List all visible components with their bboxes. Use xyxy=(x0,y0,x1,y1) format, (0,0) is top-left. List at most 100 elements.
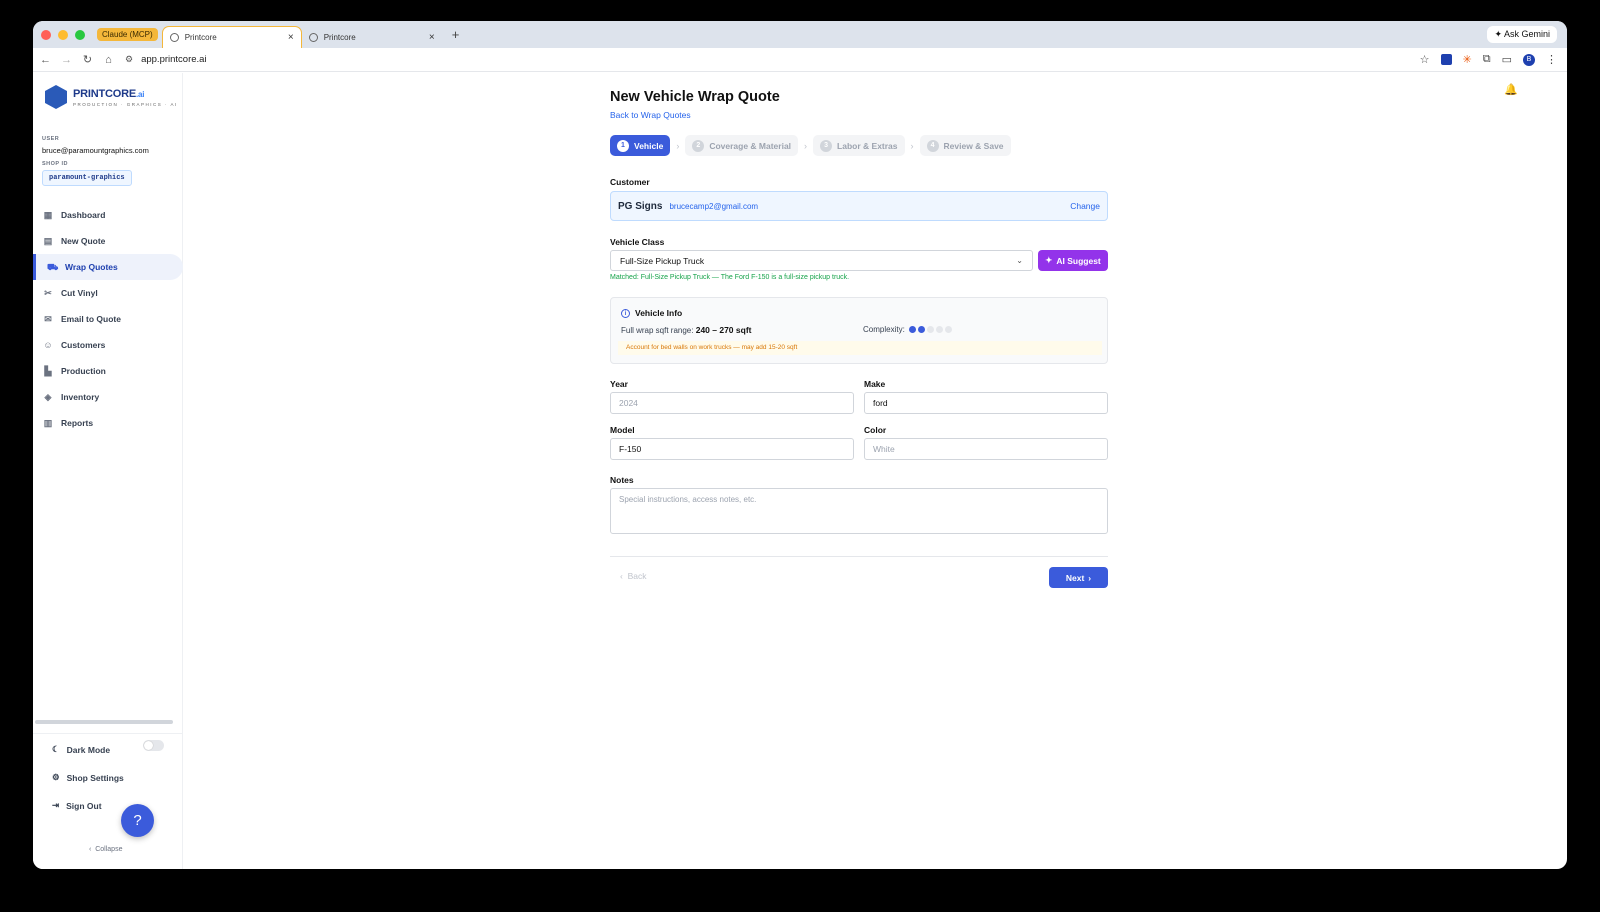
back-to-wrap-quotes-link[interactable]: Back to Wrap Quotes xyxy=(610,110,691,120)
sidebar-item-customers[interactable]: ☺ Customers xyxy=(33,332,183,358)
back-arrow-icon[interactable]: ← xyxy=(35,54,56,66)
match-message: Matched: Full-Size Pickup Truck — The Fo… xyxy=(610,274,850,281)
step-labor-extras[interactable]: 3 Labor & Extras xyxy=(813,135,905,156)
complexity-dot xyxy=(908,326,916,333)
browser-tab-active[interactable]: Printcore × xyxy=(161,26,302,48)
address-bar: ← → ↻ ⌂ ⚙ app.printcore.ai ☆ ✳ ⧉ ▭ B ⋮ xyxy=(33,48,1567,72)
close-window-button[interactable] xyxy=(41,29,51,40)
chevron-down-icon: ⌄ xyxy=(1016,256,1023,265)
site-info-icon[interactable]: ⚙ xyxy=(125,54,133,65)
next-button[interactable]: Next › xyxy=(1049,567,1108,588)
notes-label: Notes xyxy=(610,475,634,485)
step-label: Coverage & Material xyxy=(709,140,792,151)
next-button-label: Next xyxy=(1065,572,1085,583)
dark-mode-toggle[interactable] xyxy=(143,740,164,751)
page-title: New Vehicle Wrap Quote xyxy=(610,89,780,105)
new-tab-button[interactable]: + xyxy=(452,27,460,42)
shop-settings-button[interactable]: ⚙ Shop Settings xyxy=(52,772,124,783)
sidebar-scrollbar[interactable] xyxy=(35,720,173,724)
step-review-save[interactable]: 4 Review & Save xyxy=(919,135,1011,156)
collapse-button[interactable]: ‹ Collapse xyxy=(89,846,122,853)
vehicle-class-select[interactable]: Full-Size Pickup Truck ⌄ xyxy=(610,250,1033,271)
complexity-dot xyxy=(926,326,934,333)
tab-title: Printcore xyxy=(184,33,217,42)
cast-icon[interactable]: ▭ xyxy=(1502,53,1512,66)
sidebar-item-wrap-quotes[interactable]: ⛟ Wrap Quotes xyxy=(33,254,183,280)
user-email: bruce@paramountgraphics.com xyxy=(42,146,149,155)
chevron-right-icon: › xyxy=(676,140,680,151)
complexity-dot xyxy=(944,326,952,333)
make-label: Make xyxy=(864,379,886,389)
tab-group-label[interactable]: Claude (MCP) xyxy=(97,28,158,41)
sqft-range-label: Full wrap sqft range: xyxy=(621,326,694,335)
model-input[interactable]: F-150 xyxy=(610,438,854,460)
home-icon[interactable]: ⌂ xyxy=(98,54,119,66)
sidebar-item-reports[interactable]: ▥ Reports xyxy=(33,410,183,436)
ai-suggest-label: AI Suggest xyxy=(1056,255,1101,266)
make-input[interactable]: ford xyxy=(864,392,1108,414)
sidebar-footer: ☾ Dark Mode ⚙ Shop Settings ⇥ Sign Out ‹… xyxy=(33,733,183,869)
help-icon[interactable]: ? xyxy=(121,804,154,837)
sign-out-button[interactable]: ⇥ Sign Out xyxy=(52,800,102,811)
logo[interactable]: PRINTCORE.ai PRODUCTION · GRAPHICS · AI xyxy=(45,85,178,109)
minimize-window-button[interactable] xyxy=(58,29,68,40)
step-vehicle[interactable]: 1 Vehicle xyxy=(610,135,671,156)
close-tab-icon[interactable]: × xyxy=(288,32,294,43)
vehicle-info-title: i Vehicle Info xyxy=(621,308,682,318)
ask-gemini-button[interactable]: ✦ Ask Gemini xyxy=(1487,26,1557,43)
step-number: 4 xyxy=(926,139,939,152)
ai-suggest-button[interactable]: ✦ AI Suggest xyxy=(1038,250,1108,271)
back-button[interactable]: ‹ Back xyxy=(620,571,646,581)
puzzle-icon[interactable]: ⧉ xyxy=(1483,53,1491,66)
forward-arrow-icon[interactable]: → xyxy=(56,54,77,66)
globe-icon xyxy=(308,32,318,42)
sidebar-item-inventory[interactable]: ◈ Inventory xyxy=(33,384,183,410)
complexity-dot xyxy=(917,326,925,333)
sqft-range: Full wrap sqft range: 240 – 270 sqft xyxy=(621,325,751,335)
car-icon: ⛟ xyxy=(47,262,59,272)
change-customer-button[interactable]: Change xyxy=(1070,201,1100,211)
step-number: 2 xyxy=(692,139,705,152)
complexity-dots xyxy=(908,326,952,333)
extension-icon[interactable] xyxy=(1440,54,1452,65)
step-label: Review & Save xyxy=(943,140,1004,151)
sidebar-item-cut-vinyl[interactable]: ✂ Cut Vinyl xyxy=(33,280,183,306)
sidebar-item-label: Wrap Quotes xyxy=(65,262,118,272)
tab-strip: Claude (MCP) Printcore × Printcore × + ✦… xyxy=(33,21,1567,48)
document-icon: ▤ xyxy=(43,236,53,246)
scissors-icon: ✂ xyxy=(44,288,52,298)
step-coverage-material[interactable]: 2 Coverage & Material xyxy=(685,135,799,156)
close-tab-icon[interactable]: × xyxy=(429,32,435,43)
sidebar-item-label: Dashboard xyxy=(61,210,106,220)
back-button-label: Back xyxy=(627,571,647,581)
gear-icon: ⚙ xyxy=(52,772,60,782)
bell-icon[interactable]: 🔔 xyxy=(1504,83,1518,96)
url-text: app.printcore.ai xyxy=(141,54,207,65)
color-label: Color xyxy=(864,425,887,435)
maximize-window-button[interactable] xyxy=(75,29,85,40)
url-field[interactable]: ⚙ app.printcore.ai xyxy=(125,54,207,65)
reload-icon[interactable]: ↻ xyxy=(77,53,98,66)
window-controls xyxy=(41,29,85,40)
globe-icon xyxy=(169,33,179,42)
step-number: 1 xyxy=(617,139,629,152)
sidebar-item-production[interactable]: ▙ Production xyxy=(33,358,183,384)
menu-kebab-icon[interactable]: ⋮ xyxy=(1546,53,1557,66)
sqft-warning: Account for bed walls on work trucks — m… xyxy=(618,341,1102,355)
browser-tab[interactable]: Printcore × xyxy=(302,26,442,48)
sidebar-item-new-quote[interactable]: ▤ New Quote xyxy=(33,228,183,254)
sidebar-item-dashboard[interactable]: ▦ Dashboard xyxy=(33,202,183,228)
dashboard-icon: ▦ xyxy=(43,210,53,220)
profile-avatar[interactable]: B xyxy=(1523,53,1535,66)
year-label: Year xyxy=(610,379,628,389)
moon-icon: ☾ xyxy=(52,744,60,754)
year-input[interactable]: 2024 xyxy=(610,392,854,414)
notes-textarea[interactable]: Special instructions, access notes, etc. xyxy=(610,488,1108,534)
sidebar-item-email-to-quote[interactable]: ✉ Email to Quote xyxy=(33,306,183,332)
color-input[interactable]: White xyxy=(864,438,1108,460)
toolbar-right: ☆ ✳ ⧉ ▭ B ⋮ xyxy=(1420,53,1557,66)
star-icon[interactable]: ☆ xyxy=(1420,53,1430,66)
dark-mode-label: Dark Mode xyxy=(66,744,111,755)
vehicle-info-card: i Vehicle Info Full wrap sqft range: 240… xyxy=(610,297,1108,364)
claude-extension-icon[interactable]: ✳ xyxy=(1463,53,1472,66)
